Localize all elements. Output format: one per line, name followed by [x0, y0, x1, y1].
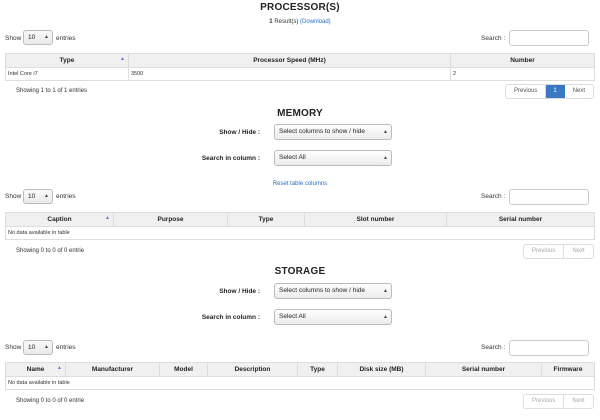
entries-label: entries: [56, 35, 76, 42]
cell-number: 2: [453, 71, 457, 77]
processors-table-header: Type ▲ Processor Speed (MHz) Number: [5, 53, 595, 68]
show-label: Show: [5, 193, 22, 200]
column-header-caption[interactable]: Caption ▲: [6, 213, 114, 226]
search-input[interactable]: [509, 189, 589, 205]
search-in-column-value: Select All: [279, 313, 306, 320]
reset-columns-link[interactable]: Reset table columns: [0, 181, 600, 187]
select-arrows-icon: ▲: [383, 288, 388, 294]
search-in-column-value: Select All: [279, 154, 306, 161]
search-input[interactable]: [509, 340, 589, 356]
storage-table-header: Name ▲ Manufacturer Model Description Ty…: [5, 362, 595, 377]
search-label: Search :: [481, 344, 506, 351]
select-arrows-icon: ▲: [44, 193, 49, 199]
show-hide-select[interactable]: Select columns to show / hide ▲: [274, 124, 392, 140]
next-button[interactable]: Next: [564, 395, 592, 408]
page-length-value: 10: [28, 34, 36, 41]
select-arrows-icon: ▲: [383, 155, 388, 161]
results-count: 1: [269, 19, 273, 25]
search-in-column-select[interactable]: Select All ▲: [274, 150, 392, 166]
column-header-processor-speed[interactable]: Processor Speed (MHz): [129, 54, 451, 67]
entries-label: entries: [56, 344, 76, 351]
column-header-description[interactable]: Description: [208, 363, 298, 376]
column-header-slot-number[interactable]: Slot number: [305, 213, 447, 226]
next-button[interactable]: Next: [565, 85, 593, 98]
column-header-model[interactable]: Model: [160, 363, 208, 376]
search-label: Search :: [481, 193, 506, 200]
previous-button[interactable]: Previous: [524, 395, 565, 408]
page-length-select[interactable]: 10 ▲: [23, 30, 53, 45]
column-header-serial-number[interactable]: Serial number: [426, 363, 542, 376]
page-1-button[interactable]: 1: [546, 85, 565, 98]
memory-info: Showing 0 to 0 of 0 entrie: [16, 248, 85, 254]
search-input[interactable]: [509, 30, 589, 46]
storage-info: Showing 0 to 0 of 0 entrie: [16, 398, 85, 404]
select-arrows-icon: ▲: [44, 344, 49, 350]
show-label: Show: [5, 35, 22, 42]
show-hide-value: Select columns to show / hide: [279, 128, 365, 135]
show-hide-select[interactable]: Select columns to show / hide ▲: [274, 283, 392, 299]
search-label: Search :: [481, 35, 506, 42]
show-hide-value: Select columns to show / hide: [279, 287, 365, 294]
processors-results-line: 1 Result(s) (Download): [0, 19, 600, 25]
storage-title: STORAGE: [274, 266, 326, 277]
column-header-number[interactable]: Number: [451, 54, 594, 67]
search-in-column-label: Search in column :: [201, 314, 260, 321]
column-header-manufacturer[interactable]: Manufacturer: [66, 363, 160, 376]
memory-table-header: Caption ▲ Purpose Type Slot number Seria…: [5, 212, 595, 227]
sort-ascending-icon: ▲: [57, 365, 62, 371]
memory-pagination: Previous Next: [523, 244, 594, 259]
previous-button[interactable]: Previous: [524, 245, 565, 258]
page-length-select[interactable]: 10 ▲: [23, 189, 53, 204]
column-header-type[interactable]: Type ▲: [6, 54, 129, 67]
empty-table-message: No data available in table: [5, 227, 595, 240]
page-length-value: 10: [28, 193, 36, 200]
results-label: Result(s): [274, 19, 299, 25]
storage-pagination: Previous Next: [523, 394, 594, 409]
column-header-name[interactable]: Name ▲: [6, 363, 66, 376]
processors-pagination: Previous 1 Next: [505, 84, 595, 99]
table-row: Intel Core i7 3500 2: [5, 68, 595, 81]
select-arrows-icon: ▲: [383, 129, 388, 135]
entries-label: entries: [56, 193, 76, 200]
column-header-serial-number[interactable]: Serial number: [447, 213, 594, 226]
page-length-value: 10: [28, 344, 36, 351]
download-link[interactable]: (Download): [300, 19, 331, 25]
search-in-column-label: Search in column :: [201, 155, 260, 162]
column-header-type[interactable]: Type: [298, 363, 338, 376]
memory-title: MEMORY: [277, 108, 323, 119]
column-header-firmware[interactable]: Firmware: [542, 363, 594, 376]
processors-info: Showing 1 to 1 of 1 entries: [16, 88, 88, 94]
show-hide-label: Show / Hide :: [219, 129, 260, 136]
show-label: Show: [5, 344, 22, 351]
cell-type: Intel Core i7: [6, 68, 129, 80]
cell-speed: 3500: [129, 68, 451, 80]
select-arrows-icon: ▲: [383, 314, 388, 320]
processors-title: PROCESSOR(S): [260, 2, 340, 13]
column-header-disk-size[interactable]: Disk size (MB): [338, 363, 426, 376]
next-button[interactable]: Next: [564, 245, 592, 258]
sort-ascending-icon: ▲: [105, 215, 110, 221]
column-header-purpose[interactable]: Purpose: [114, 213, 228, 226]
empty-table-message: No data available in table: [5, 377, 595, 390]
sort-ascending-icon: ▲: [120, 56, 125, 62]
column-header-type[interactable]: Type: [228, 213, 305, 226]
select-arrows-icon: ▲: [44, 34, 49, 40]
previous-button[interactable]: Previous: [506, 85, 547, 98]
show-hide-label: Show / Hide :: [219, 288, 260, 295]
search-in-column-select[interactable]: Select All ▲: [274, 309, 392, 325]
page-length-select[interactable]: 10 ▲: [23, 340, 53, 355]
